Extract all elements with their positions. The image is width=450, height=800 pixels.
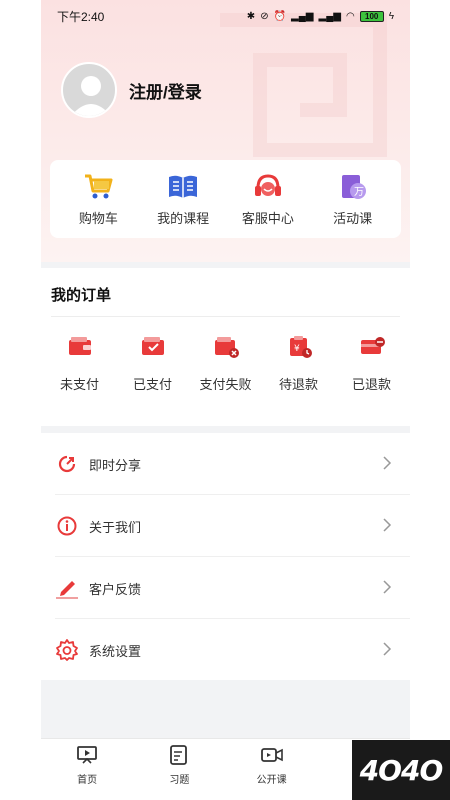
info-icon: [55, 514, 79, 538]
status-bar: 下午2:40 ✱ ⊘ ⏰ ▂▄▆ ▂▄▆ ◠ 100 ϟ: [41, 0, 410, 32]
menu-about-us[interactable]: 关于我们: [55, 495, 410, 557]
avatar-placeholder-icon: [71, 76, 111, 116]
quick-service-center-label: 客服中心: [241, 210, 294, 226]
activity-icon: 万: [336, 172, 370, 202]
cart-icon: [81, 172, 115, 202]
tab-open-course-label: 公开课: [256, 775, 287, 786]
quick-activity-course-label: 活动课: [333, 210, 373, 226]
menu-feedback[interactable]: 客户反馈: [55, 557, 410, 619]
settings-menu: 即时分享 关于我们 客户反馈 系统设置: [41, 433, 410, 680]
alarm-icon: ⏰: [273, 10, 287, 22]
order-paid-label: 已支付: [132, 377, 172, 392]
wallet-paid-icon: [141, 337, 164, 355]
order-pending-refund-label: 待退款: [278, 377, 318, 392]
video-icon: [260, 748, 283, 762]
order-refunded-label: 已退款: [351, 377, 391, 392]
signal-2-icon: ▂▄▆: [318, 10, 341, 22]
tab-home[interactable]: 首页: [41, 739, 133, 800]
share-icon: [55, 452, 79, 476]
order-payment-failed[interactable]: 支付失败: [191, 334, 261, 393]
card-refunded-icon: [360, 337, 385, 354]
login-link[interactable]: 注册/登录: [129, 78, 202, 103]
order-refunded[interactable]: 已退款: [337, 334, 407, 393]
tab-home-label: 首页: [77, 775, 98, 786]
svg-text:万: 万: [354, 187, 364, 198]
my-orders-section: 我的订单 未支付 已支付 支付失败 ¥ 待退款 已退款: [41, 268, 410, 426]
orders-divider: [51, 316, 400, 317]
order-status-row: 未支付 已支付 支付失败 ¥ 待退款 已退款: [41, 334, 410, 393]
refund-pending-icon: ¥: [289, 336, 312, 358]
status-time: 下午2:40: [57, 9, 105, 24]
order-unpaid[interactable]: 未支付: [45, 334, 115, 393]
order-pending-refund[interactable]: ¥ 待退款: [264, 334, 334, 393]
tab-exercises-label: 习题: [169, 775, 190, 786]
home-presentation-icon: [77, 746, 98, 764]
gear-icon: [55, 638, 79, 662]
mute-icon: ⊘: [260, 10, 269, 22]
svg-text:¥: ¥: [294, 344, 300, 354]
quick-actions-card: 购物车 我的课程 客服中心 万 活动课: [50, 160, 401, 238]
menu-system-settings-label: 系统设置: [89, 643, 142, 659]
chevron-right-icon: [383, 456, 392, 470]
wifi-icon: ◠: [345, 10, 355, 22]
menu-share[interactable]: 即时分享: [55, 433, 410, 495]
menu-about-us-label: 关于我们: [89, 519, 142, 535]
quick-cart-label: 购物车: [78, 210, 118, 226]
headset-icon: [251, 172, 285, 202]
signal-icon: ▂▄▆: [291, 10, 314, 22]
quick-cart[interactable]: 购物车: [58, 172, 138, 227]
app-screen: 下午2:40 ✱ ⊘ ⏰ ▂▄▆ ▂▄▆ ◠ 100 ϟ 注册/登录 购物车 我…: [41, 0, 410, 800]
battery-icon: 100: [359, 10, 384, 22]
tab-exercises[interactable]: 习题: [133, 739, 225, 800]
menu-system-settings[interactable]: 系统设置: [55, 619, 410, 681]
order-unpaid-label: 未支付: [59, 377, 99, 392]
quick-my-courses-label: 我的课程: [157, 210, 210, 226]
menu-share-label: 即时分享: [89, 457, 142, 473]
orders-title: 我的订单: [51, 287, 112, 304]
watermark-logo: 4O4O: [352, 740, 450, 800]
left-margin: [0, 0, 41, 800]
quick-my-courses[interactable]: 我的课程: [143, 172, 223, 227]
pen-icon: [55, 576, 79, 600]
order-payment-failed-label: 支付失败: [199, 377, 252, 392]
chevron-right-icon: [383, 642, 392, 656]
charging-icon: ϟ: [388, 10, 394, 22]
status-icons: ✱ ⊘ ⏰ ▂▄▆ ▂▄▆ ◠ 100 ϟ: [246, 10, 394, 22]
profile-area[interactable]: 注册/登录: [61, 62, 202, 118]
quick-activity-course[interactable]: 万 活动课: [313, 172, 393, 227]
wallet-unpaid-icon: [68, 337, 91, 355]
book-icon: [166, 172, 200, 202]
chevron-right-icon: [383, 580, 392, 594]
chevron-right-icon: [383, 518, 392, 532]
tab-open-course[interactable]: 公开课: [226, 739, 318, 800]
avatar[interactable]: [61, 62, 117, 118]
bluetooth-icon: ✱: [246, 10, 256, 22]
exercise-icon: [170, 745, 188, 765]
quick-service-center[interactable]: 客服中心: [228, 172, 308, 227]
wallet-failed-icon: [214, 337, 239, 358]
menu-feedback-label: 客户反馈: [89, 581, 142, 597]
order-paid[interactable]: 已支付: [118, 334, 188, 393]
